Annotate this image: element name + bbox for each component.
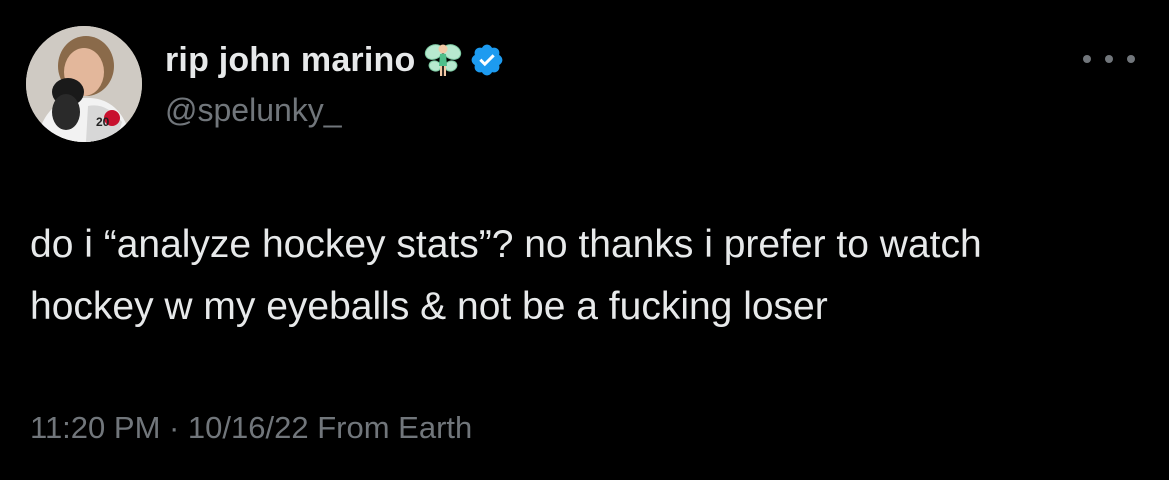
avatar-jersey-number: 20 bbox=[96, 115, 110, 129]
more-dot bbox=[1083, 55, 1091, 63]
name-row: rip john marino bbox=[165, 38, 505, 82]
more-options-icon[interactable] bbox=[1083, 44, 1135, 74]
user-handle[interactable]: @spelunky_ bbox=[165, 92, 342, 129]
more-dot bbox=[1105, 55, 1113, 63]
tweet-text: do i “analyze hockey stats”? no thanks i… bbox=[30, 214, 1150, 338]
tweet-timestamp[interactable]: 11:20 PM · 10/16/22 From Earth bbox=[30, 410, 472, 446]
tweet-text-line: hockey w my eyeballs & not be a fucking … bbox=[30, 285, 828, 328]
display-name[interactable]: rip john marino bbox=[165, 41, 415, 80]
fairy-emoji-icon bbox=[425, 44, 462, 76]
verified-badge-icon bbox=[472, 44, 503, 76]
more-dot bbox=[1127, 55, 1135, 63]
avatar-photo: 20 bbox=[26, 26, 142, 142]
tweet-card: 20 rip john marino @spelunky_ do i “anal… bbox=[0, 0, 1169, 480]
avatar[interactable]: 20 bbox=[26, 26, 142, 142]
tweet-text-line: do i “analyze hockey stats”? no thanks i… bbox=[30, 223, 982, 266]
